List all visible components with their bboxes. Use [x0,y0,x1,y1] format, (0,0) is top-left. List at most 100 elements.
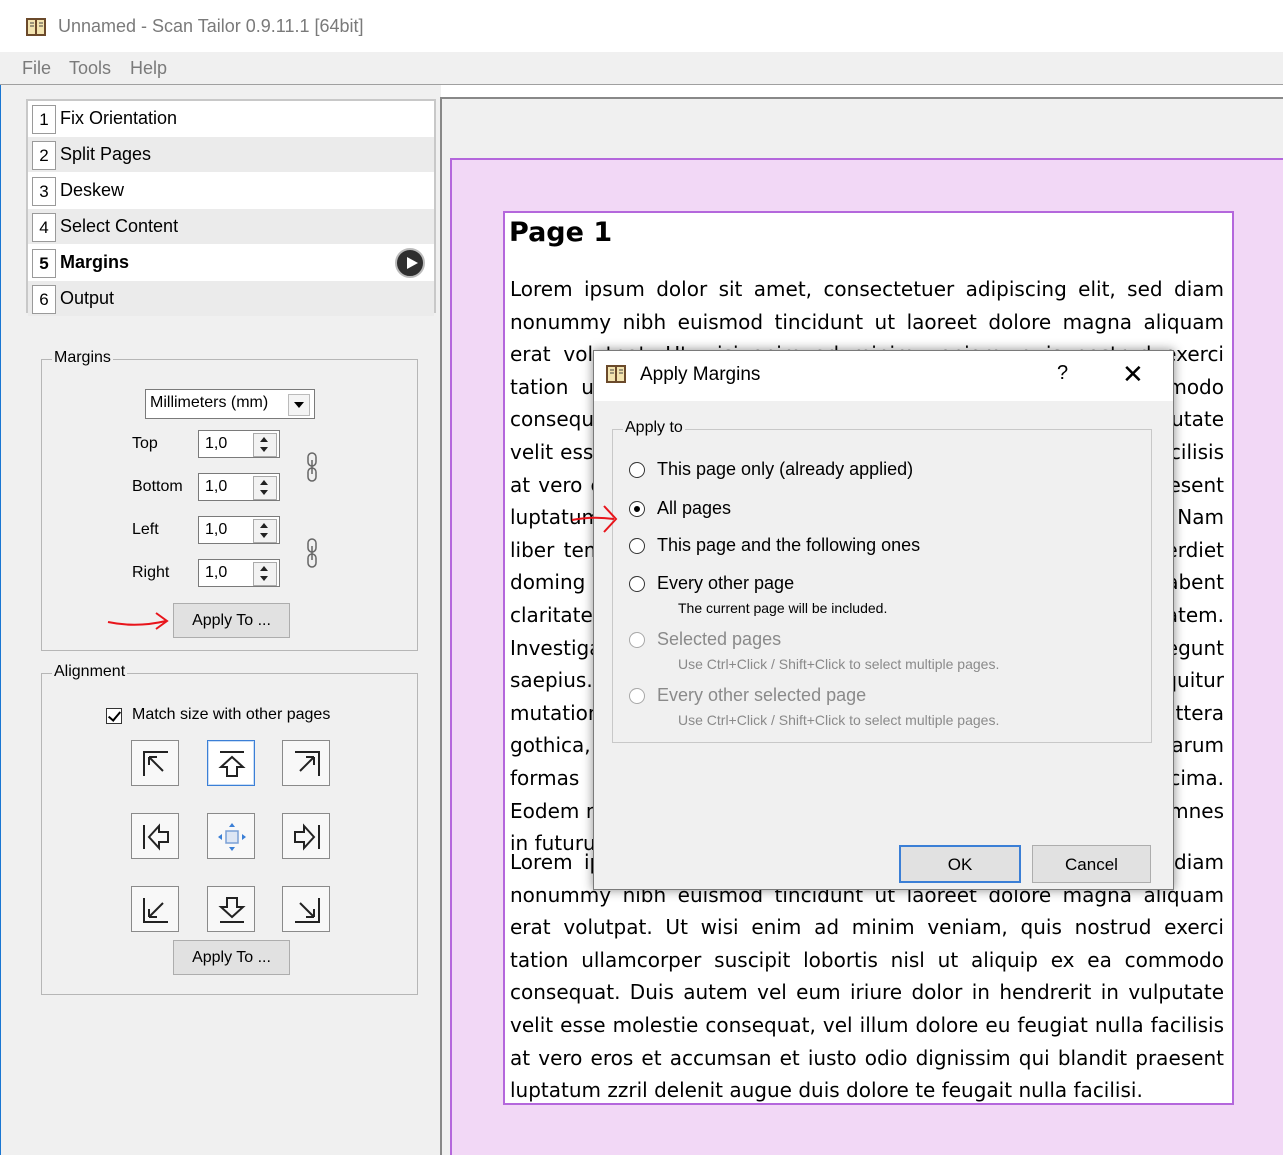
right-margin-spinbox[interactable]: 1,0 [198,559,280,587]
stage-split-pages[interactable]: 2 Split Pages [28,137,434,172]
arrow-down-icon [218,897,246,923]
stage-output[interactable]: 6 Output [28,281,434,316]
alignment-apply-to-button[interactable]: Apply To ... [173,940,290,975]
selected-pages-hint: Use Ctrl+Click / Shift+Click to select m… [678,656,1000,672]
apply-margins-dialog: Apply Margins ? ✕ Apply to This page onl… [571,350,1174,890]
dialog-title: Apply Margins [640,364,761,385]
units-select-value: Millimeters (mm) [150,394,269,411]
arrow-right-icon [294,823,320,851]
align-bottom-right-button[interactable] [282,886,330,932]
red-arrow-annotation-icon [571,505,618,533]
stage-label: Select Content [60,216,179,236]
stage-margins[interactable]: 5 Margins [28,245,434,280]
spin-arrows-icon[interactable] [253,476,277,500]
stage-number: 6 [32,285,56,314]
radio-this-page-only[interactable] [629,462,645,478]
radio-all-pages[interactable] [629,501,645,517]
stage-select-content[interactable]: 4 Select Content [28,209,434,244]
match-size-label: Match size with other pages [132,706,331,723]
align-bottom-center-button[interactable] [207,886,255,932]
align-center-icon [218,823,246,851]
align-center-button[interactable] [207,813,255,859]
stage-number: 4 [32,213,56,242]
page-heading: Page 1 [509,217,613,248]
stage-label: Split Pages [60,144,152,164]
left-margin-value: 1,0 [205,521,228,538]
scan-tailor-app-icon [26,18,46,36]
top-margin-spinbox[interactable]: 1,0 [198,430,280,458]
selected-pages-label: Selected pages [657,629,782,649]
align-top-left-button[interactable] [131,740,179,786]
stage-label: Fix Orientation [60,108,178,128]
menu-help[interactable]: Help [130,58,167,79]
stages-list: 1 Fix Orientation 2 Split Pages 3 Deskew… [26,99,436,316]
chain-link-icon[interactable] [306,452,318,482]
spin-arrows-icon[interactable] [253,519,277,543]
this-page-only-label[interactable]: This page only (already applied) [657,459,913,480]
radio-every-other-page[interactable] [629,576,645,592]
align-middle-left-button[interactable] [131,813,179,859]
apply-to-group: Apply to This page only (already applied… [612,419,1152,743]
right-margin-value: 1,0 [205,564,228,581]
stage-label: Output [60,288,115,308]
margins-group-title: Margins [52,349,113,367]
left-label: Left [132,521,159,538]
match-size-checkbox[interactable] [106,708,122,724]
every-other-page-label[interactable]: Every other page [657,573,794,594]
menu-file[interactable]: File [22,58,51,79]
alignment-group-title: Alignment [52,663,128,681]
stage-label: Deskew [60,180,125,200]
dialog-title-bar: Apply Margins ? ✕ [594,351,1173,401]
bottom-margin-spinbox[interactable]: 1,0 [198,473,280,501]
top-margin-value: 1,0 [205,435,228,452]
cancel-button[interactable]: Cancel [1032,845,1151,883]
red-arrow-annotation-icon [107,612,169,630]
align-top-right-button[interactable] [282,740,330,786]
all-pages-label[interactable]: All pages [657,498,731,519]
align-bottom-left-button[interactable] [131,886,179,932]
apply-to-group-title: Apply to [623,419,685,437]
stage-label: Margins [60,252,130,272]
stage-fix-orientation[interactable]: 1 Fix Orientation [28,101,434,136]
arrow-up-icon [218,751,246,777]
align-middle-right-button[interactable] [282,813,330,859]
radio-selected-pages[interactable] [629,632,645,648]
chain-link-icon[interactable] [306,538,318,568]
margins-group: Margins Millimeters (mm) Top 1,0 Bottom … [41,349,418,651]
arrow-down-right-icon [295,898,320,923]
menu-tools[interactable]: Tools [69,58,111,79]
arrow-down-left-icon [143,898,168,923]
spin-arrows-icon[interactable] [253,433,277,457]
units-select[interactable]: Millimeters (mm) [145,389,315,419]
help-icon[interactable]: ? [1057,362,1068,385]
stage-number: 2 [32,141,56,170]
stage-number: 3 [32,177,56,206]
close-icon[interactable]: ✕ [1122,359,1144,390]
window-title: Unnamed - Scan Tailor 0.9.11.1 [64bit] [58,16,364,36]
bottom-margin-value: 1,0 [205,478,228,495]
this-and-following-label[interactable]: This page and the following ones [657,535,920,556]
arrow-up-right-icon [295,751,320,776]
arrow-up-left-icon [143,751,168,776]
play-icon[interactable] [395,248,425,278]
scan-tailor-app-icon [606,365,626,383]
menu-bar: File Tools Help [0,52,1283,85]
stage-number: 5 [32,249,56,278]
ok-button[interactable]: OK [899,845,1021,883]
every-other-selected-hint: Use Ctrl+Click / Shift+Click to select m… [678,712,1000,728]
filter-options-panel: 1 Fix Orientation 2 Split Pages 3 Deskew… [0,85,441,1155]
stage-deskew[interactable]: 3 Deskew [28,173,434,208]
every-other-selected-label: Every other selected page [657,685,867,705]
chevron-down-icon [288,394,310,416]
right-label: Right [132,564,170,581]
margins-apply-to-button[interactable]: Apply To ... [173,603,290,638]
alignment-group: Alignment Match size with other pages Ap… [41,663,418,995]
radio-every-other-selected[interactable] [629,688,645,704]
radio-this-and-following[interactable] [629,538,645,554]
spin-arrows-icon[interactable] [253,562,277,586]
top-label: Top [132,435,158,452]
left-margin-spinbox[interactable]: 1,0 [198,516,280,544]
arrow-left-icon [143,823,169,851]
title-bar: Unnamed - Scan Tailor 0.9.11.1 [64bit] [0,0,1283,52]
align-top-center-button[interactable] [207,740,255,786]
